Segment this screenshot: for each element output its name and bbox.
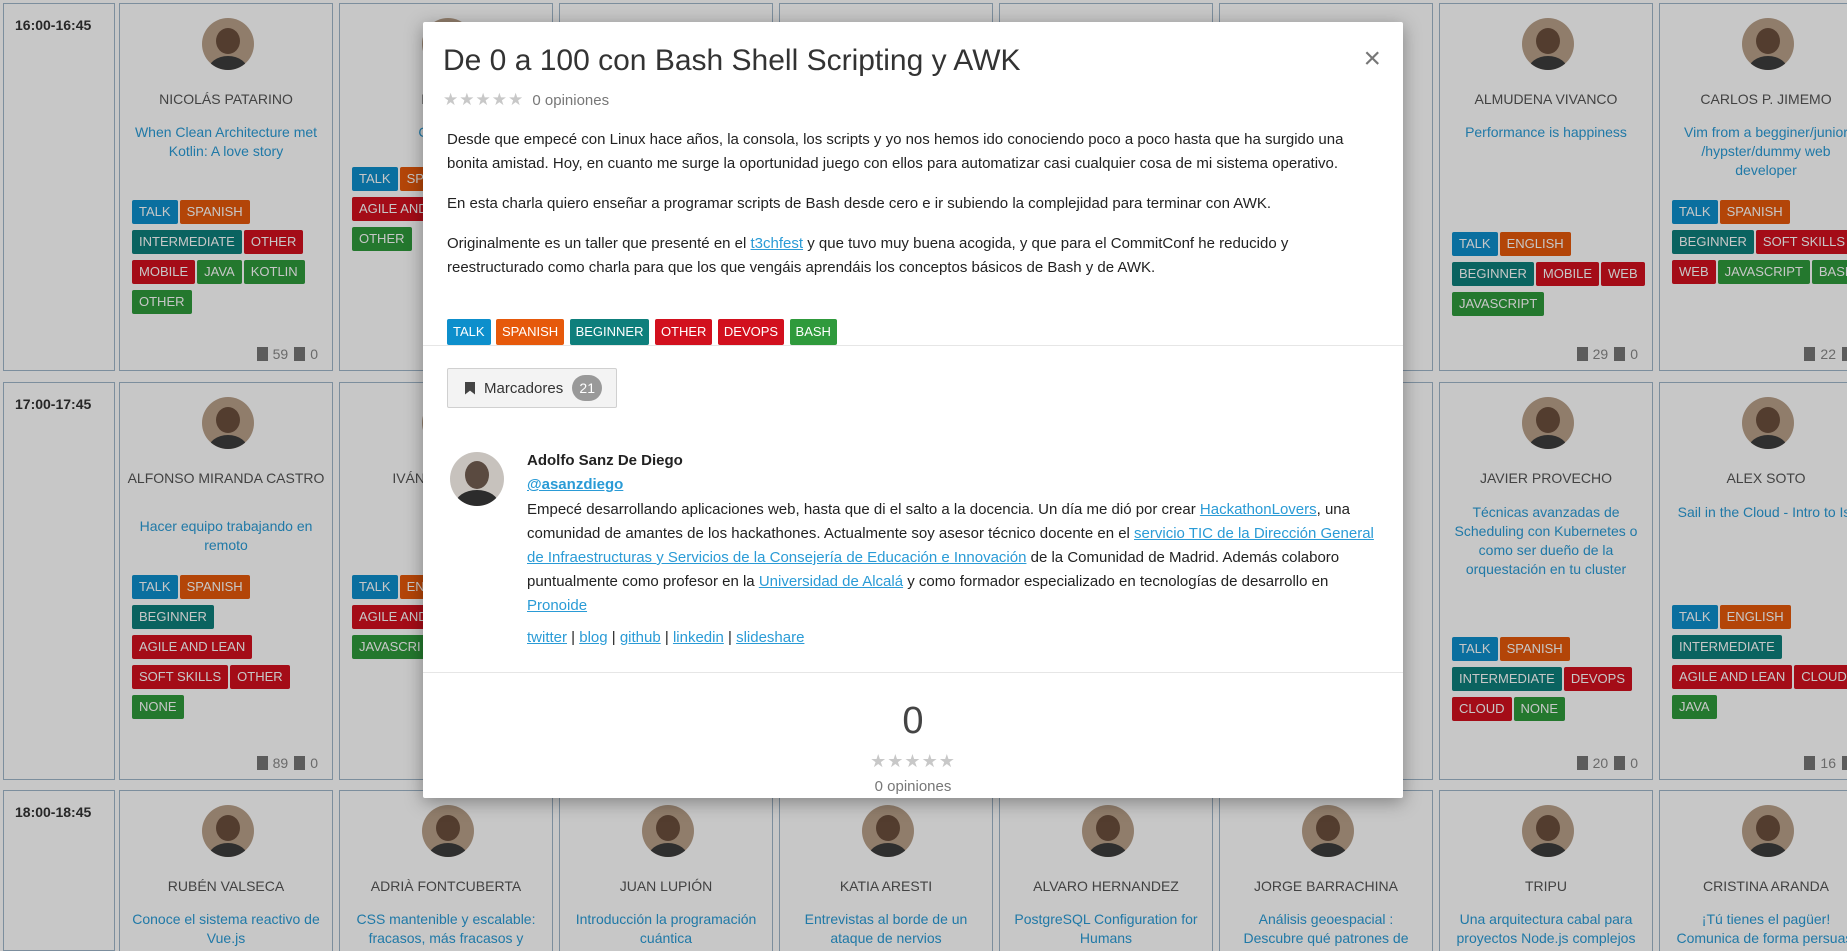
rate-stars-icon[interactable]: ★★★★★ [423, 751, 1403, 772]
tag-other[interactable]: OTHER [654, 319, 713, 345]
star-rating-icon[interactable]: ★★★★★ [443, 90, 524, 109]
tag-devops[interactable]: DEVOPS [717, 319, 785, 345]
t3chfest-link[interactable]: t3chfest [751, 235, 804, 252]
bookmark-icon [465, 381, 475, 395]
tag-spanish[interactable]: SPANISH [496, 319, 565, 345]
link-separator: | [723, 629, 737, 646]
description-paragraph: Desde que empecé con Linux hace años, la… [447, 131, 1344, 172]
bookmarks-count: 21 [572, 375, 603, 401]
speaker-twitter-handle[interactable]: @asanzdiego [527, 476, 623, 493]
text-fragment: y como formador especializado en tecnolo… [903, 573, 1329, 590]
link-separator: | [607, 629, 620, 646]
speaker-name: Adolfo Sanz De Diego [527, 452, 683, 469]
pronoide-link[interactable]: Pronoide [527, 597, 587, 614]
description-paragraph: Originalmente es un taller que presenté … [447, 232, 1377, 280]
rating-opinions: 0 opiniones [874, 778, 952, 795]
link-separator: | [567, 629, 580, 646]
hackathonlovers-link[interactable]: HackathonLovers [1200, 501, 1317, 518]
twitter-link[interactable]: twitter [527, 629, 567, 646]
github-link[interactable]: github [620, 629, 661, 646]
description-paragraph: En esta charla quiero enseñar a programa… [447, 195, 1272, 212]
close-icon[interactable]: × [1363, 44, 1381, 74]
rating-value: 0 [902, 700, 924, 742]
slideshare-link[interactable]: slideshare [736, 629, 804, 646]
speaker-social-links: twitter | blog | github | linkedin | sli… [527, 629, 804, 646]
bookmarks-button[interactable]: Marcadores 21 [447, 368, 617, 408]
tag-bash[interactable]: BASH [789, 319, 837, 345]
opinions-count: 0 opiniones [532, 92, 610, 109]
bookmarks-label: Marcadores [484, 379, 564, 397]
text-fragment: Empecé desarrollando aplicaciones web, h… [527, 501, 1200, 518]
speaker-avatar [450, 452, 504, 506]
modal-tag-list: TALK SPANISH BEGINNER OTHER DEVOPS BASH [447, 319, 838, 345]
rating-summary: ★★★★★ 0 opiniones [443, 90, 609, 110]
text-fragment: Originalmente es un taller que presenté … [447, 235, 751, 252]
blog-link[interactable]: blog [579, 629, 607, 646]
modal-title: De 0 a 100 con Bash Shell Scripting y AW… [443, 44, 1021, 77]
divider [423, 672, 1403, 673]
talk-description: Desde que empecé con Linux hace años, la… [447, 128, 1377, 296]
talk-detail-modal: De 0 a 100 con Bash Shell Scripting y AW… [423, 22, 1403, 798]
link-separator: | [660, 629, 673, 646]
universidad-alcala-link[interactable]: Universidad de Alcalá [759, 573, 903, 590]
tag-beginner[interactable]: BEGINNER [569, 319, 650, 345]
tag-talk[interactable]: TALK [447, 319, 491, 345]
divider [423, 345, 1403, 346]
linkedin-link[interactable]: linkedin [673, 629, 724, 646]
speaker-bio: Empecé desarrollando aplicaciones web, h… [527, 498, 1377, 618]
